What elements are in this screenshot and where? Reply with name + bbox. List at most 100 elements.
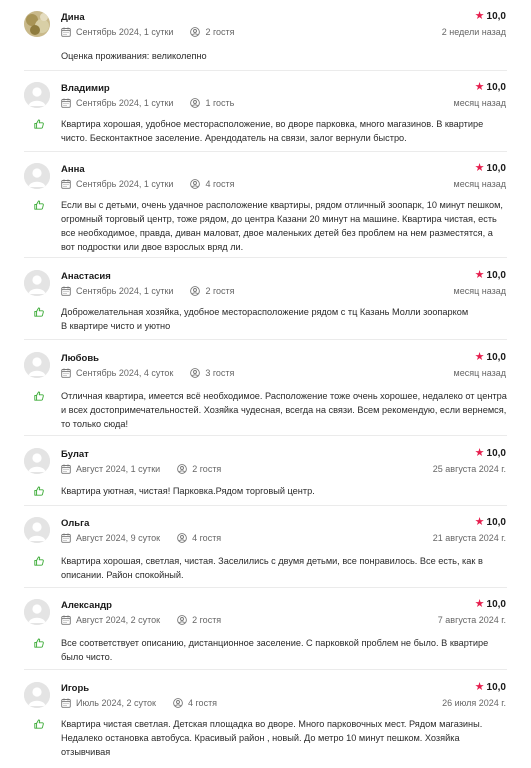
rating-value: 10,0 (486, 448, 506, 459)
avatar (24, 270, 50, 296)
thumbs-up-icon[interactable] (34, 638, 44, 648)
review-divider (24, 505, 507, 506)
review-meta: Сентябрь 2024, 1 сутки 2 гостя (61, 27, 235, 37)
avatar (24, 352, 50, 378)
default-avatar-icon (24, 599, 50, 625)
review-meta: Сентябрь 2024, 4 суток 3 гостя (61, 368, 234, 378)
review-date: месяц назад (453, 286, 506, 296)
reviews-list: Дина ★ 10,0 Сентябрь 2024, 1 сутки 2 гос… (0, 0, 531, 768)
review-meta: Август 2024, 9 суток 4 гостя (61, 533, 221, 543)
reviewer-name: Булат (61, 449, 89, 460)
review-date: месяц назад (453, 368, 506, 378)
rating-value: 10,0 (486, 82, 506, 93)
rating-value: 10,0 (486, 270, 506, 281)
star-icon: ★ (474, 162, 485, 174)
review-date: 7 августа 2024 г. (437, 615, 506, 625)
guests-count: 4 гостя (205, 179, 235, 189)
default-avatar-icon (24, 682, 50, 708)
review-text: Отличная квартира, имеется всё необходим… (61, 391, 507, 429)
star-icon: ★ (474, 598, 485, 610)
reviewer-name: Владимир (61, 83, 110, 94)
avatar (24, 448, 50, 474)
stay-period: Июль 2024, 2 суток (76, 698, 156, 708)
thumbs-up-icon[interactable] (34, 307, 44, 317)
stay-period: Август 2024, 1 сутки (76, 464, 161, 474)
calendar-icon (61, 286, 71, 296)
review-meta: Август 2024, 1 сутки 2 гостя (61, 464, 221, 474)
star-icon: ★ (474, 681, 485, 693)
rating: ★ 10,0 (474, 681, 506, 694)
review-divider (24, 587, 507, 588)
review-divider (24, 70, 507, 71)
guests-count: 2 гостя (192, 615, 222, 625)
thumbs-up-icon[interactable] (34, 391, 44, 401)
review-divider (24, 257, 507, 258)
user-circle-icon (190, 27, 201, 37)
star-icon: ★ (474, 10, 485, 22)
rating: ★ 10,0 (474, 81, 506, 94)
rating: ★ 10,0 (474, 351, 506, 364)
calendar-icon (61, 533, 71, 543)
reviewer-name: Александр (61, 600, 112, 611)
user-circle-icon (190, 179, 201, 189)
stay-period: Сентябрь 2024, 1 сутки (76, 179, 174, 189)
user-circle-icon (190, 286, 201, 296)
avatar (24, 682, 50, 708)
user-circle-icon (177, 533, 187, 543)
thumbs-up-icon[interactable] (34, 119, 44, 129)
user-circle-icon (190, 368, 201, 378)
guests-count: 3 гостя (205, 368, 235, 378)
calendar-icon (61, 698, 71, 708)
stay-period: Сентябрь 2024, 1 сутки (76, 286, 174, 296)
thumbs-up-icon[interactable] (34, 556, 44, 566)
review-divider (24, 151, 507, 152)
reviewer-name: Анна (61, 164, 85, 175)
thumbs-up-icon[interactable] (34, 486, 44, 496)
star-icon: ★ (474, 351, 485, 363)
user-circle-icon (177, 615, 187, 625)
rating: ★ 10,0 (475, 270, 506, 282)
avatar (24, 163, 50, 189)
rating-value: 10,0 (486, 163, 506, 174)
avatar (24, 11, 50, 37)
rating-value: 10,0 (486, 517, 506, 528)
review-divider (24, 669, 507, 670)
review-meta: Июль 2024, 2 суток 4 гостя (61, 698, 217, 708)
review-date: 21 августа 2024 г. (432, 533, 506, 543)
calendar-icon (61, 98, 71, 108)
calendar-icon (61, 464, 71, 474)
rating: ★ 10,0 (474, 162, 506, 175)
default-avatar-icon (24, 517, 50, 543)
review-meta: Август 2024, 2 суток 2 гостя (61, 615, 221, 625)
default-avatar-icon (24, 448, 50, 474)
review-date: 26 июля 2024 г. (442, 698, 506, 708)
star-icon: ★ (474, 447, 485, 459)
thumbs-up-icon[interactable] (34, 719, 44, 729)
review-text: Доброжелательная хозяйка, удобное местор… (61, 307, 469, 331)
stay-period: Сентябрь 2024, 4 суток (76, 368, 174, 378)
reviewer-name: Игорь (61, 683, 90, 694)
review-meta: Сентябрь 2024, 1 сутки 2 гостя (61, 286, 235, 296)
review-divider (24, 435, 507, 436)
default-avatar-icon (24, 270, 50, 296)
thumbs-up-icon[interactable] (34, 200, 44, 210)
review-text: Квартира хорошая, удобное месторасположе… (61, 119, 484, 143)
calendar-icon (61, 27, 71, 37)
review-date: 2 недели назад (441, 27, 506, 37)
guests-count: 2 гостя (205, 286, 235, 296)
stay-period: Август 2024, 9 суток (76, 533, 161, 543)
stay-period: Сентябрь 2024, 1 сутки (76, 98, 174, 108)
default-avatar-icon (24, 352, 50, 378)
rating: ★ 10,0 (474, 10, 506, 23)
avatar (24, 82, 50, 108)
calendar-icon (61, 615, 71, 625)
avatar-photo (24, 11, 50, 37)
reviewer-name: Анастасия (61, 271, 111, 282)
star-icon: ★ (474, 81, 485, 93)
reviewer-name: Дина (61, 12, 85, 23)
review-text: Квартира хорошая, светлая, чистая. Засел… (61, 556, 483, 580)
review-meta: Сентябрь 2024, 1 сутки 4 гостя (61, 179, 235, 189)
review-divider (24, 339, 507, 340)
guests-count: 1 гость (205, 98, 235, 108)
rating-value: 10,0 (486, 11, 506, 22)
